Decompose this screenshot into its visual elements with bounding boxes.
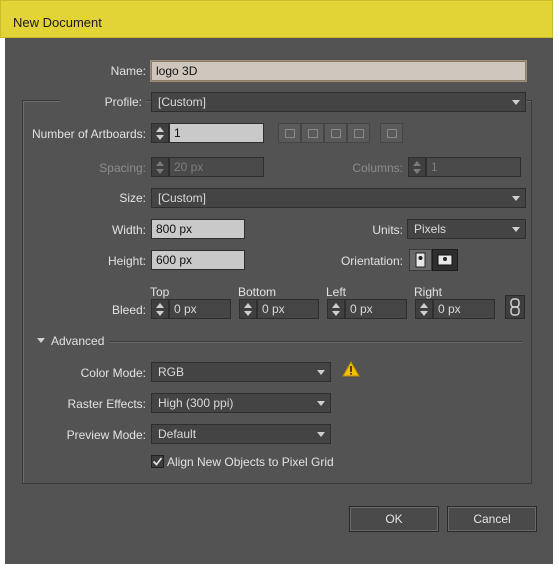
preview-mode-label: Preview Mode:: [66, 428, 146, 442]
height-label: Height:: [107, 254, 146, 268]
arrow-down-icon[interactable]: [332, 311, 340, 316]
arrow-up-icon[interactable]: [156, 127, 164, 132]
align-pixel-grid-checkbox[interactable]: [151, 455, 164, 468]
arrange-by-row-icon: [331, 129, 341, 138]
chevron-down-icon: [317, 432, 325, 437]
chevron-down-icon: [317, 370, 325, 375]
name-label: Name:: [110, 64, 146, 78]
arrow-up-icon[interactable]: [420, 303, 428, 308]
align-pixel-grid-label[interactable]: Align New Objects to Pixel Grid: [167, 455, 334, 469]
portrait-button[interactable]: [409, 249, 432, 271]
size-value: [Custom]: [158, 191, 207, 205]
arrow-up-icon: [156, 161, 164, 166]
arrow-up-icon[interactable]: [244, 303, 252, 308]
grid-by-column-button[interactable]: [301, 123, 324, 143]
window-title: New Document: [13, 15, 102, 30]
spacing-label: Spacing:: [99, 161, 146, 175]
arrow-down-icon: [413, 169, 421, 174]
profile-value: [Custom]: [158, 95, 207, 109]
arrow-down-icon[interactable]: [156, 135, 164, 140]
arrange-by-column-icon: [354, 129, 364, 138]
columns-label: Columns:: [352, 161, 403, 175]
artboards-input[interactable]: 1: [169, 123, 264, 143]
collapse-triangle-icon[interactable]: [37, 338, 45, 343]
raster-effects-dropdown[interactable]: High (300 ppi): [151, 393, 331, 413]
warning-icon: [342, 360, 360, 380]
arrow-up-icon[interactable]: [332, 303, 340, 308]
document-name-input[interactable]: logo 3D: [151, 61, 526, 81]
grid-by-row-icon: [285, 129, 295, 138]
size-label: Size:: [119, 191, 146, 205]
background-edge: [554, 62, 558, 82]
artboards-spinner[interactable]: [151, 123, 169, 143]
advanced-divider: [110, 341, 522, 342]
landscape-button[interactable]: [432, 249, 458, 271]
bleed-top-label: Top: [150, 285, 170, 299]
orientation-label: Orientation:: [340, 254, 403, 268]
grid-by-column-icon: [308, 129, 318, 138]
arrow-up-icon: [413, 161, 421, 166]
spacing-spinner: [151, 157, 169, 177]
title-bar: New Document: [0, 0, 553, 38]
landscape-icon: [437, 254, 453, 266]
bleed-left-spinner[interactable]: [327, 299, 345, 319]
bleed-right-spinner[interactable]: [415, 299, 433, 319]
profile-dropdown[interactable]: [Custom]: [151, 92, 526, 112]
link-bleed-button[interactable]: [505, 295, 525, 319]
chevron-down-icon: [512, 227, 520, 232]
raster-effects-label: Raster Effects:: [67, 397, 146, 411]
bleed-bottom-label: Bottom: [238, 285, 277, 299]
portrait-icon: [415, 252, 426, 268]
columns-spinner: [408, 157, 426, 177]
units-dropdown[interactable]: Pixels: [407, 219, 526, 239]
color-mode-label: Color Mode:: [80, 366, 146, 380]
preview-mode-dropdown[interactable]: Default: [151, 424, 331, 444]
color-mode-value: RGB: [158, 365, 185, 379]
units-label: Units:: [372, 223, 403, 237]
arrow-down-icon: [156, 169, 164, 174]
spacing-input: 20 px: [169, 157, 264, 177]
bleed-left-label: Left: [326, 285, 347, 299]
bleed-bottom-spinner[interactable]: [239, 299, 257, 319]
width-input[interactable]: 800 px: [151, 219, 245, 239]
chain-link-icon: [510, 298, 520, 316]
bleed-right-input[interactable]: 0 px: [433, 299, 495, 319]
arrange-by-row-button[interactable]: [324, 123, 347, 143]
bleed-top-spinner[interactable]: [151, 299, 169, 319]
ok-button[interactable]: OK: [349, 506, 439, 532]
color-mode-dropdown[interactable]: RGB: [151, 362, 331, 382]
cancel-button[interactable]: Cancel: [447, 506, 537, 532]
grid-by-row-button[interactable]: [278, 123, 301, 143]
bleed-bottom-input[interactable]: 0 px: [257, 299, 319, 319]
arrow-right-icon: [387, 129, 397, 138]
arrow-down-icon[interactable]: [244, 311, 252, 316]
bleed-top-input[interactable]: 0 px: [169, 299, 231, 319]
bleed-left-input[interactable]: 0 px: [345, 299, 407, 319]
height-input[interactable]: 600 px: [151, 250, 245, 270]
bleed-right-label: Right: [414, 285, 443, 299]
size-dropdown[interactable]: [Custom]: [151, 188, 526, 208]
arrow-down-icon[interactable]: [156, 311, 164, 316]
arrow-down-icon[interactable]: [420, 311, 428, 316]
advanced-label[interactable]: Advanced: [51, 334, 104, 348]
chevron-down-icon: [512, 196, 520, 201]
chevron-down-icon: [512, 100, 520, 105]
artboards-label: Number of Artboards:: [31, 127, 146, 141]
bleed-label: Bleed:: [111, 303, 146, 317]
preview-mode-value: Default: [158, 427, 197, 441]
units-value: Pixels: [414, 222, 447, 236]
raster-effects-value: High (300 ppi): [158, 396, 234, 410]
profile-label: Profile:: [60, 95, 146, 109]
width-label: Width:: [111, 223, 146, 237]
arrange-by-column-button[interactable]: [347, 123, 370, 143]
arrow-up-icon[interactable]: [156, 303, 164, 308]
columns-input: 1: [426, 157, 521, 177]
change-to-rtl-button[interactable]: [380, 123, 403, 143]
chevron-down-icon: [317, 401, 325, 406]
checkmark-icon: [152, 457, 163, 466]
